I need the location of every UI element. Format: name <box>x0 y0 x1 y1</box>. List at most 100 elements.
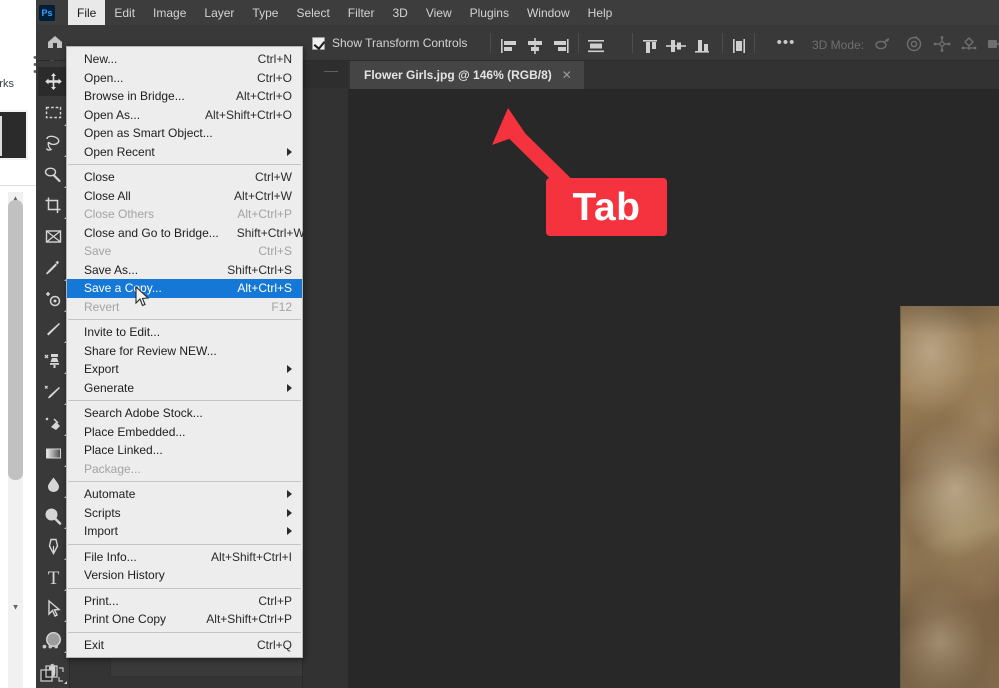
menu-item-import[interactable]: Import <box>67 522 302 541</box>
menu-separator <box>68 319 301 320</box>
blur-tool[interactable] <box>38 470 68 499</box>
align-right-edges-icon[interactable] <box>550 38 572 54</box>
show-transform-controls-row[interactable]: Show Transform Controls <box>312 35 467 51</box>
menu-item-share-for-review[interactable]: Share for Review NEW... <box>67 342 302 361</box>
menu-item-place-linked[interactable]: Place Linked... <box>67 441 302 460</box>
type-tool[interactable]: T <box>38 563 68 592</box>
menu-image[interactable]: Image <box>144 0 195 25</box>
scrollbar-thumb[interactable] <box>8 200 23 480</box>
submenu-arrow-icon <box>287 490 292 499</box>
menu-item-close[interactable]: Close Ctrl+W <box>67 168 302 187</box>
menu-item-label: Save a Copy... <box>84 281 162 296</box>
menu-item-generate[interactable]: Generate <box>67 379 302 398</box>
menu-item-label: Print... <box>84 593 119 608</box>
eraser-tool[interactable] <box>38 408 68 437</box>
rotate-3d-icon[interactable] <box>872 36 892 57</box>
menu-type[interactable]: Type <box>243 0 287 25</box>
menu-edit[interactable]: Edit <box>105 0 144 25</box>
brush-tool[interactable] <box>38 315 68 344</box>
document-tab[interactable]: Flower Girls.jpg @ 146% (RGB/8) ✕ <box>350 61 584 89</box>
menu-item-label: Open As... <box>84 107 141 122</box>
panel-grip-handle[interactable] <box>324 71 338 80</box>
move-tool[interactable] <box>38 67 68 96</box>
thumbnail-inner <box>0 116 2 156</box>
menu-layer[interactable]: Layer <box>195 0 243 25</box>
menu-item-save-as[interactable]: Save As... Shift+Ctrl+S <box>67 261 302 280</box>
slide-3d-icon[interactable] <box>959 36 979 57</box>
menu-select[interactable]: Select <box>287 0 338 25</box>
rectangular-select-tool[interactable] <box>38 98 68 127</box>
menu-item-close-others: Close Others Alt+Ctrl+P <box>67 205 302 224</box>
document-tab-title: Flower Girls.jpg @ 146% (RGB/8) <box>364 68 552 82</box>
menu-item-browse-in-bridge[interactable]: Browse in Bridge... Alt+Ctrl+O <box>67 87 302 106</box>
menu-window[interactable]: Window <box>518 0 579 25</box>
menu-item-search-adobe-stock[interactable]: Search Adobe Stock... <box>67 404 302 423</box>
roll-3d-icon[interactable] <box>904 36 924 57</box>
menu-item-exit[interactable]: Exit Ctrl+Q <box>67 636 302 655</box>
menu-item-open-recent[interactable]: Open Recent <box>67 143 302 162</box>
menu-item-print[interactable]: Print... Ctrl+P <box>67 592 302 611</box>
ellipsis-icon[interactable]: ••• <box>774 35 798 53</box>
menu-item-automate[interactable]: Automate <box>67 485 302 504</box>
align-bottom-edges-icon[interactable] <box>691 38 713 54</box>
crop-tool[interactable] <box>38 191 68 220</box>
menu-item-invite-to-edit[interactable]: Invite to Edit... <box>67 323 302 342</box>
object-select-tool[interactable] <box>38 160 68 189</box>
menu-item-open-as-smart-object[interactable]: Open as Smart Object... <box>67 124 302 143</box>
frame-tool[interactable] <box>38 222 68 251</box>
menu-item-export[interactable]: Export <box>67 360 302 379</box>
foreground-background-swatch[interactable] <box>40 665 66 687</box>
tools-panel: T ••• <box>36 61 70 688</box>
menu-item-close-and-go-to-bridge[interactable]: Close and Go to Bridge... Shift+Ctrl+W <box>67 224 305 243</box>
pen-tool[interactable] <box>38 532 68 561</box>
eyedropper-tool[interactable] <box>38 253 68 282</box>
align-top-edges-icon[interactable] <box>639 38 661 54</box>
drag-3d-icon[interactable] <box>932 36 952 57</box>
clone-stamp-tool[interactable] <box>38 346 68 375</box>
dodge-tool[interactable] <box>38 501 68 530</box>
panel-collapse-strip[interactable] <box>302 61 348 688</box>
menu-item-open-as[interactable]: Open As... Alt+Shift+Ctrl+O <box>67 106 302 125</box>
gradient-tool[interactable] <box>38 439 68 468</box>
align-horizontal-centers-icon[interactable] <box>524 38 546 54</box>
align-left-edges-icon[interactable] <box>498 38 520 54</box>
menu-item-label: Close All <box>84 188 131 203</box>
menu-item-label: Scripts <box>84 505 121 520</box>
more-tools-ellipsis-icon[interactable]: ••• <box>42 639 64 655</box>
file-dropdown-menu[interactable]: New... Ctrl+N Open... Ctrl+O Browse in B… <box>66 46 305 658</box>
path-selection-tool[interactable] <box>38 594 68 623</box>
menu-help[interactable]: Help <box>579 0 622 25</box>
scroll-down-arrow-icon[interactable]: ▲ <box>8 600 23 614</box>
menu-item-open[interactable]: Open... Ctrl+O <box>67 69 302 88</box>
menu-item-new[interactable]: New... Ctrl+N <box>67 50 302 69</box>
menu-item-place-embedded[interactable]: Place Embedded... <box>67 423 302 442</box>
menu-item-print-one-copy[interactable]: Print One Copy Alt+Shift+Ctrl+P <box>67 610 302 629</box>
menu-item-scripts[interactable]: Scripts <box>67 504 302 523</box>
menu-item-label: Save As... <box>84 262 139 277</box>
menu-item-version-history[interactable]: Version History <box>67 566 302 585</box>
menu-item-label: Open as Smart Object... <box>84 126 213 141</box>
menu-item-label: Browse in Bridge... <box>84 89 185 104</box>
menu-3d[interactable]: 3D <box>383 0 416 25</box>
menu-item-shortcut: Shift+Ctrl+S <box>227 262 292 277</box>
align-vertical-centers-icon[interactable] <box>665 38 687 54</box>
canvas-body[interactable] <box>348 89 999 688</box>
close-icon[interactable]: close-icon <box>4 24 24 44</box>
close-icon[interactable]: ✕ <box>562 68 572 82</box>
menu-item-close-all[interactable]: Close All Alt+Ctrl+W <box>67 187 302 206</box>
show-transform-controls-checkbox[interactable] <box>312 36 325 50</box>
menu-item-label: Close <box>84 170 115 185</box>
menu-filter[interactable]: Filter <box>339 0 384 25</box>
distribute-horizontal-icon[interactable] <box>585 38 607 54</box>
menu-view[interactable]: View <box>417 0 461 25</box>
menu-item-shortcut: Alt+Shift+Ctrl+I <box>210 549 292 564</box>
spot-healing-tool[interactable] <box>38 284 68 313</box>
menu-plugins[interactable]: Plugins <box>461 0 518 25</box>
menu-file[interactable]: File <box>68 0 106 25</box>
scale-3d-icon[interactable] <box>986 36 999 57</box>
distribute-vertical-icon[interactable] <box>728 38 750 54</box>
history-brush-tool[interactable] <box>38 377 68 406</box>
lasso-tool[interactable] <box>38 129 68 158</box>
menu-item-file-info[interactable]: File Info... Alt+Shift+Ctrl+I <box>67 548 302 567</box>
menu-item-save-a-copy[interactable]: Save a Copy... Alt+Ctrl+S <box>67 279 302 298</box>
